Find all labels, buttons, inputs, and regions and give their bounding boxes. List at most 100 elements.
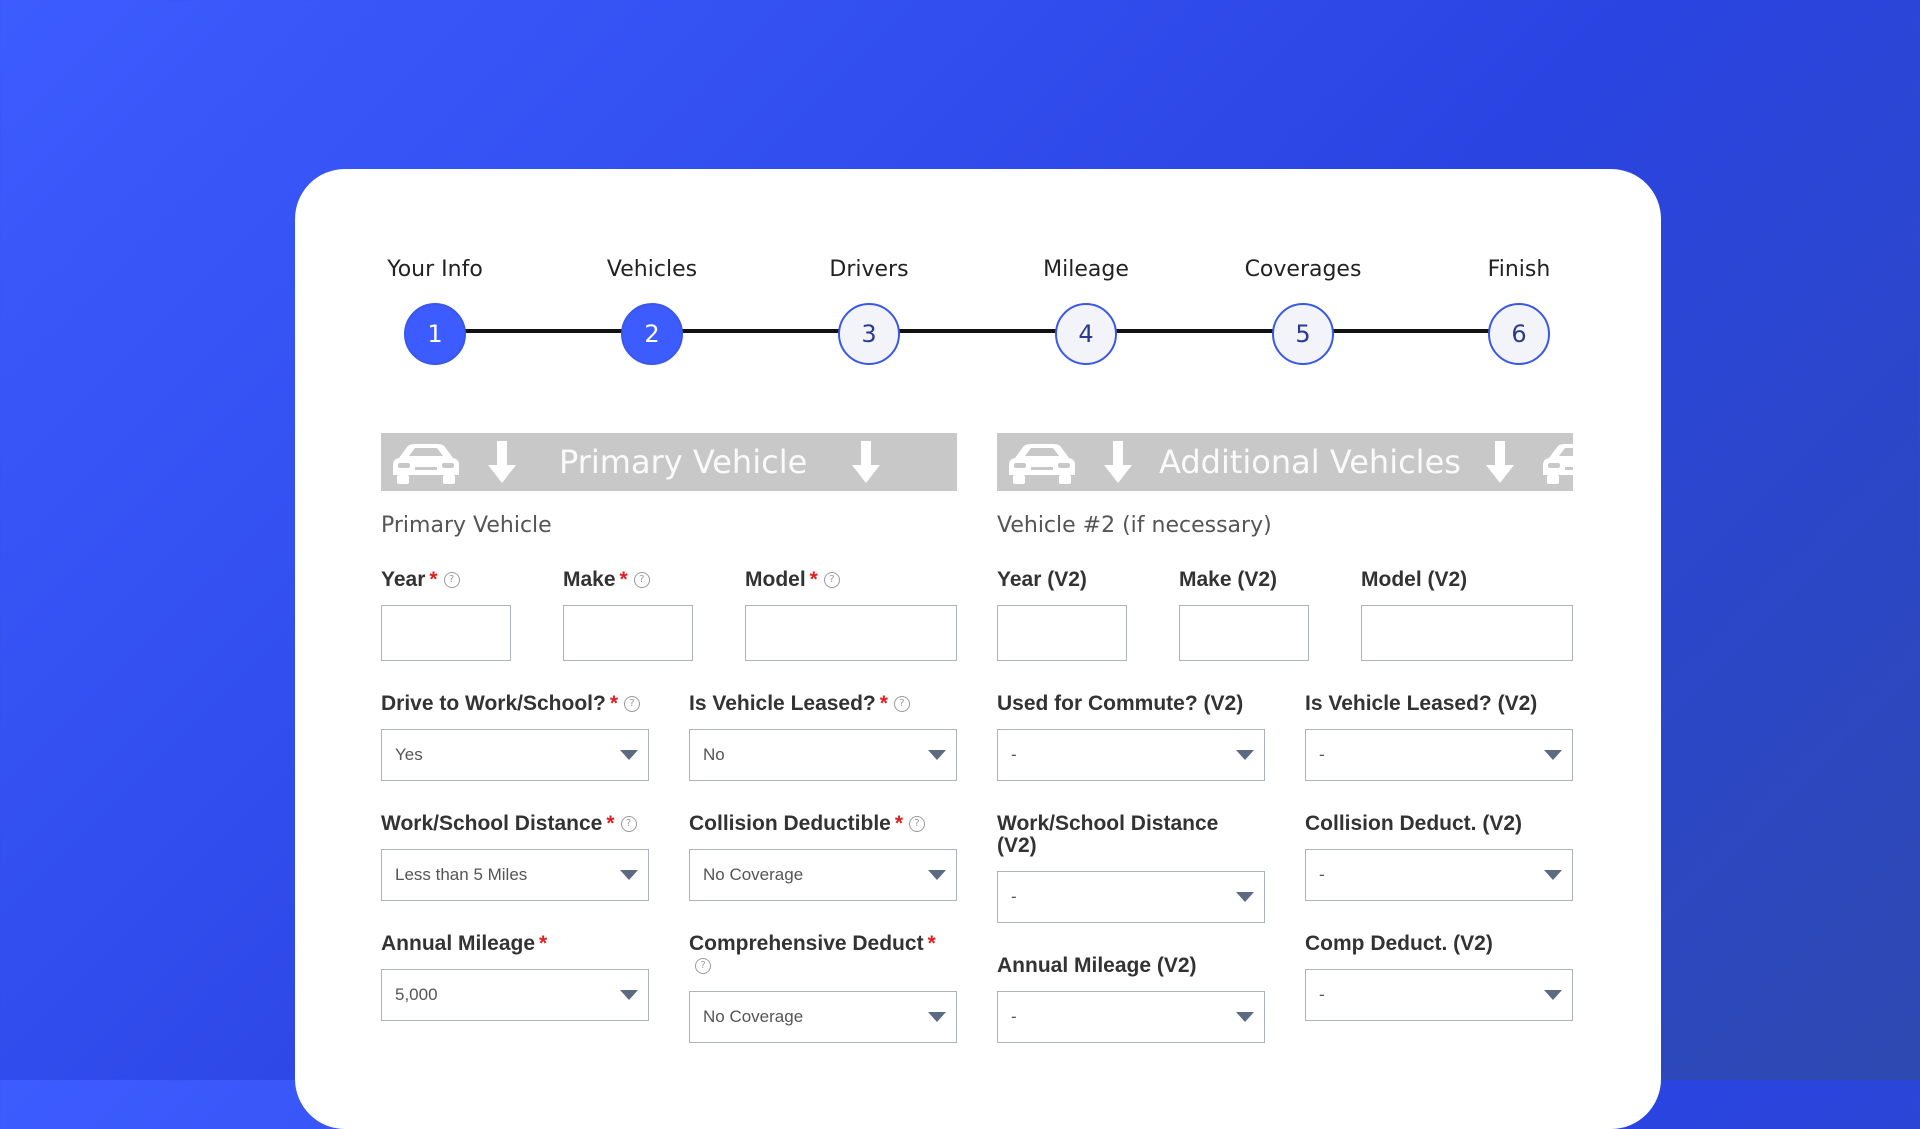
drive-to-work-select[interactable]: Yes (381, 729, 649, 781)
car-icon (1542, 444, 1573, 484)
primary-vehicle-banner: Primary Vehicle (381, 433, 957, 491)
step-finish[interactable]: Finish 6 (1449, 255, 1589, 365)
help-icon[interactable]: ? (893, 696, 910, 713)
chevron-down-icon (620, 870, 638, 880)
help-icon[interactable]: ? (695, 958, 711, 975)
step-label: Mileage (1043, 257, 1129, 282)
annual-mileage-label-text: Annual Mileage (381, 932, 536, 955)
step-vehicles[interactable]: Vehicles 2 (582, 255, 722, 365)
select-value: No Coverage (703, 865, 804, 884)
step-drivers[interactable]: Drivers 3 (799, 255, 939, 365)
make-input[interactable] (563, 605, 693, 661)
arrow-down-icon (1104, 441, 1132, 483)
year-label: Year *? (381, 569, 460, 591)
step-label: Coverages (1244, 257, 1362, 282)
select-value: Less than 5 Miles (395, 865, 528, 884)
model-label: Model *? (745, 569, 840, 591)
step-number: 1 (404, 303, 466, 365)
model-v2-label: Model (V2) (1361, 568, 1468, 591)
help-icon[interactable]: ? (633, 572, 650, 589)
make-label: Make *? (563, 569, 650, 591)
drive-to-work-label: Drive to Work/School? *? (381, 693, 640, 715)
chevron-down-icon (1236, 892, 1254, 902)
select-value: No Coverage (703, 1007, 804, 1026)
chevron-down-icon (1544, 750, 1562, 760)
collision-deduct-v2-select[interactable]: - (1305, 849, 1573, 901)
required-asterisk: * (809, 568, 818, 591)
make-label-text: Make (563, 568, 616, 591)
select-value: - (1011, 1007, 1017, 1026)
banner-title: Additional Vehicles (1159, 443, 1461, 481)
vehicle-leased-label: Is Vehicle Leased? *? (689, 693, 910, 715)
form-card: Your Info 1 Vehicles 2 Drivers 3 Mileage… (295, 169, 1661, 1129)
model-label-text: Model (745, 568, 806, 591)
additional-vehicles-banner: Additional Vehicles (997, 433, 1573, 491)
chevron-down-icon (928, 750, 946, 760)
work-distance-select[interactable]: Less than 5 Miles (381, 849, 649, 901)
required-asterisk: * (619, 568, 628, 591)
help-icon[interactable]: ? (823, 572, 840, 589)
make-v2-label: Make (V2) (1179, 568, 1278, 591)
select-value: - (1319, 985, 1325, 1004)
step-label: Finish (1487, 257, 1551, 282)
step-your-info[interactable]: Your Info 1 (365, 255, 505, 365)
required-asterisk: * (894, 812, 904, 835)
select-value: - (1011, 745, 1017, 764)
banner-title: Primary Vehicle (559, 443, 808, 481)
annual-mileage-v2-select[interactable]: - (997, 991, 1265, 1043)
vehicle-leased-select[interactable]: No (689, 729, 957, 781)
step-label: Drivers (829, 257, 909, 282)
work-distance-label-text: Work/School Distance (381, 812, 603, 835)
comp-deduct-v2-select[interactable]: - (1305, 969, 1573, 1021)
collision-deductible-select[interactable]: No Coverage (689, 849, 957, 901)
chevron-down-icon (1544, 990, 1562, 1000)
collision-deduct-v2-label: Collision Deduct. (V2) (1305, 812, 1523, 835)
help-icon[interactable]: ? (620, 816, 637, 833)
year-v2-input[interactable] (997, 605, 1127, 661)
step-number: 2 (621, 303, 683, 365)
annual-mileage-select[interactable]: 5,000 (381, 969, 649, 1021)
select-value: 5,000 (395, 985, 438, 1004)
step-label: Vehicles (606, 257, 698, 282)
commute-v2-select[interactable]: - (997, 729, 1265, 781)
help-icon[interactable]: ? (443, 572, 460, 589)
step-mileage[interactable]: Mileage 4 (1016, 255, 1156, 365)
annual-mileage-label: Annual Mileage * (381, 933, 547, 955)
chevron-down-icon (1236, 1012, 1254, 1022)
select-value: No (703, 745, 725, 764)
vehicle-leased-v2-select[interactable]: - (1305, 729, 1573, 781)
year-label-text: Year (381, 568, 426, 591)
model-v2-input[interactable] (1361, 605, 1573, 661)
comp-deduct-v2-label: Comp Deduct. (V2) (1305, 932, 1493, 955)
progress-stepper: Your Info 1 Vehicles 2 Drivers 3 Mileage… (295, 169, 1661, 369)
model-input[interactable] (745, 605, 957, 661)
step-coverages[interactable]: Coverages 5 (1233, 255, 1373, 365)
chevron-down-icon (1544, 870, 1562, 880)
select-value: - (1319, 865, 1325, 884)
select-value: - (1319, 745, 1325, 764)
year-input[interactable] (381, 605, 511, 661)
step-number: 5 (1272, 303, 1334, 365)
annual-mileage-v2-label: Annual Mileage (V2) (997, 954, 1197, 977)
chevron-down-icon (928, 870, 946, 880)
comprehensive-deduct-label: Comprehensive Deduct *? (689, 933, 957, 977)
collision-deductible-label: Collision Deductible *? (689, 812, 926, 835)
help-icon[interactable]: ? (624, 696, 640, 713)
comprehensive-deduct-select[interactable]: No Coverage (689, 991, 957, 1043)
step-number: 3 (838, 303, 900, 365)
year-v2-label: Year (V2) (997, 568, 1087, 591)
chevron-down-icon (620, 750, 638, 760)
chevron-down-icon (1236, 750, 1254, 760)
car-icon (393, 444, 459, 484)
comprehensive-deduct-label-text: Comprehensive Deduct (689, 932, 924, 955)
make-v2-input[interactable] (1179, 605, 1309, 661)
step-number: 4 (1055, 303, 1117, 365)
collision-deductible-label-text: Collision Deductible (689, 812, 891, 835)
work-distance-v2-label: Work/School Distance (V2) (997, 812, 1219, 857)
help-icon[interactable]: ? (909, 816, 926, 833)
required-asterisk: * (429, 568, 438, 591)
select-value: Yes (395, 745, 423, 764)
required-asterisk: * (609, 692, 618, 715)
work-distance-v2-select[interactable]: - (997, 871, 1265, 923)
car-icon (1009, 444, 1075, 484)
